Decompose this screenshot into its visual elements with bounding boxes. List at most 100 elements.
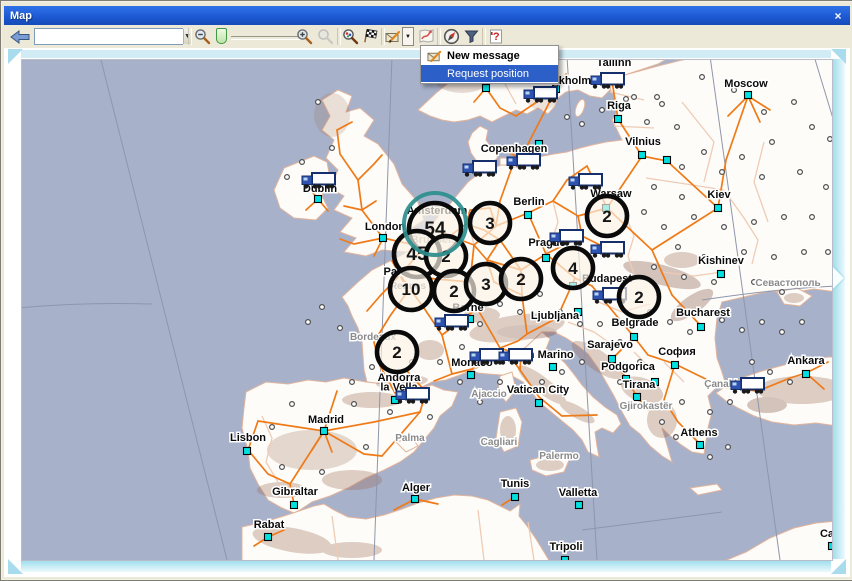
city-label: Podgorica	[601, 361, 656, 373]
town-dot	[565, 115, 570, 120]
town-dot	[798, 170, 803, 175]
pan-right-arrow[interactable]	[833, 267, 844, 289]
map-edge-pan-strip-bottom	[21, 560, 831, 572]
message-compose-icon	[421, 49, 447, 64]
town-dot	[772, 255, 777, 260]
town-dot	[498, 380, 503, 385]
town-dot	[660, 420, 665, 425]
town-dot	[364, 445, 369, 450]
goto-destination-button[interactable]	[360, 27, 380, 46]
town-dot	[708, 455, 713, 460]
town-dot	[280, 465, 285, 470]
town-dot	[800, 320, 805, 325]
town-dot	[752, 220, 757, 225]
city-marker	[718, 271, 725, 278]
address-combobox[interactable]: ▼	[34, 28, 183, 45]
town-dot	[660, 102, 665, 107]
town-dot	[330, 146, 335, 151]
zoom-in-button[interactable]	[294, 27, 314, 46]
city-label: Tripoli	[550, 541, 583, 553]
city-marker	[315, 196, 322, 203]
back-button[interactable]	[8, 27, 32, 46]
cluster-marker[interactable]: 2	[587, 196, 627, 236]
town-dot	[792, 100, 797, 105]
town-dot	[700, 75, 705, 80]
city-label: Ajaccio	[471, 389, 507, 400]
cluster-marker[interactable]: 10	[390, 268, 432, 310]
help-button[interactable]: ?	[486, 27, 506, 46]
city-label: Cagliari	[481, 437, 518, 448]
city-marker	[543, 255, 550, 262]
city-marker	[321, 428, 328, 435]
town-dot	[578, 322, 583, 327]
zoom-out-icon	[194, 28, 211, 45]
cluster-marker[interactable]: 4	[553, 248, 593, 288]
route-button[interactable]	[416, 27, 436, 46]
zoom-selection-icon	[342, 28, 359, 45]
compass-button[interactable]	[441, 27, 461, 46]
back-arrow-icon	[10, 30, 30, 44]
zoom-out-button[interactable]	[192, 27, 212, 46]
message-compose-icon	[385, 29, 401, 45]
city-label: Riga	[607, 100, 632, 112]
zoom-selection-button[interactable]	[340, 27, 360, 46]
city-marker	[803, 371, 810, 378]
town-dot	[320, 305, 325, 310]
town-dot	[728, 400, 733, 405]
zoom-slider-track[interactable]	[231, 36, 302, 40]
town-dot	[768, 370, 773, 375]
city-label: Ca	[820, 528, 832, 540]
city-marker	[672, 362, 679, 369]
cluster-count: 10	[402, 280, 421, 299]
checkered-flag-icon	[362, 28, 379, 45]
town-dot	[270, 425, 275, 430]
city-label: Palma	[395, 433, 425, 444]
town-dot	[478, 400, 483, 405]
zoom-slider[interactable]	[214, 27, 306, 46]
cluster-marker[interactable]: 2	[619, 277, 659, 317]
town-dot	[580, 122, 585, 127]
city-label: Tallinn	[597, 60, 632, 69]
city-label: Kiev	[707, 189, 731, 201]
cluster-marker[interactable]: 2	[501, 259, 541, 299]
town-dot	[580, 360, 585, 365]
new-message-button[interactable]	[384, 27, 402, 46]
map-viewport[interactable]: MoscowTallinnRigaVilniusKievWarsawKishin…	[21, 59, 833, 561]
close-button[interactable]: ×	[829, 8, 847, 23]
town-dot	[750, 360, 755, 365]
city-label: London	[365, 221, 406, 233]
menu-item-request-position[interactable]: Request position	[421, 65, 558, 82]
town-dot	[680, 165, 685, 170]
compass-icon	[443, 28, 460, 45]
title-bar: Map ×	[4, 6, 850, 25]
city-label: Sarajevo	[587, 339, 633, 351]
city-label: Vatican City	[507, 384, 570, 396]
map-corner-pan-control[interactable]	[831, 49, 846, 64]
new-message-dropdown-button[interactable]: ▼	[402, 27, 414, 46]
cluster-count: 2	[634, 288, 643, 307]
cluster-marker[interactable]: 3	[470, 203, 510, 243]
town-dot	[388, 410, 393, 415]
map-corner-pan-control[interactable]	[8, 559, 23, 574]
town-dot	[478, 322, 483, 327]
city-marker	[412, 496, 419, 503]
town-dot	[655, 95, 660, 100]
city-marker	[536, 400, 543, 407]
city-label: Gibraltar	[272, 486, 319, 498]
town-dot	[780, 330, 785, 335]
town-dot	[560, 370, 565, 375]
city-marker	[715, 205, 722, 212]
city-label: Bucharest	[676, 307, 730, 319]
map-corner-pan-control[interactable]	[831, 559, 846, 574]
town-dot	[652, 185, 657, 190]
cluster-count: 2	[449, 282, 458, 301]
filter-button[interactable]	[461, 27, 481, 46]
europe-map[interactable]: MoscowTallinnRigaVilniusKievWarsawKishin…	[22, 60, 832, 560]
city-marker	[265, 534, 272, 541]
menu-item-new-message[interactable]: New message	[421, 47, 558, 65]
city-label: Tirana	[623, 379, 657, 391]
town-dot	[760, 175, 765, 180]
cluster-marker[interactable]: 2	[377, 332, 417, 372]
zoom-slider-thumb[interactable]	[216, 28, 227, 44]
combobox-input[interactable]	[35, 29, 183, 44]
